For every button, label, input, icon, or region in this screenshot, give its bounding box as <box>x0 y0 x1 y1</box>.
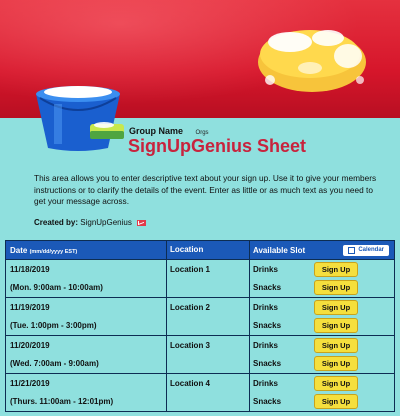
slot-date: 11/19/2019 <box>10 303 50 312</box>
signup-button[interactable]: Sign Up <box>314 318 358 333</box>
slot-date: 11/18/2019 <box>10 265 50 274</box>
group-name: Group Name Orgs <box>129 126 209 136</box>
group-label: Group Name <box>129 126 184 136</box>
date-cell: 11/19/2019 (Tue. 1:00pm - 3:00pm) <box>6 298 166 335</box>
date-cell: 11/20/2019 (Wed. 7:00am - 9:00am) <box>6 336 166 373</box>
col-date-label: Date <box>10 245 28 255</box>
date-cell: 11/18/2019 (Mon. 9:00am - 10:00am) <box>6 260 166 297</box>
signup-table: Date (mm/dd/yyyy EST) Location Available… <box>5 240 395 412</box>
slot-item: Snacks <box>253 397 282 406</box>
slot-time: (Tue. 1:00pm - 3:00pm) <box>10 321 97 330</box>
slot-location: Location 3 <box>170 341 211 350</box>
signup-button[interactable]: Sign Up <box>314 376 358 391</box>
location-cell: Location 1 <box>166 260 249 297</box>
location-cell: Location 4 <box>166 374 249 411</box>
col-date-format: (mm/dd/yyyy EST) <box>29 248 78 255</box>
slot-item: Drinks <box>253 265 278 274</box>
calendar-button[interactable]: Calendar <box>343 244 389 256</box>
page-title: SignUpGenius Sheet <box>128 136 307 156</box>
slot-item: Snacks <box>253 283 282 292</box>
col-slot-label: Available Slot <box>253 245 306 255</box>
table-row: 11/20/2019 (Wed. 7:00am - 9:00am) Locati… <box>6 335 394 373</box>
col-location-header: Location <box>166 241 249 259</box>
creator-name: SignUpGenius <box>80 218 132 227</box>
slot-item: Drinks <box>253 379 278 388</box>
table-row: 11/18/2019 (Mon. 9:00am - 10:00am) Locat… <box>6 259 394 297</box>
signup-button[interactable]: Sign Up <box>314 356 358 371</box>
mail-icon[interactable] <box>137 219 147 226</box>
slot-cell: Drinks Sign Up Snacks Sign Up <box>249 298 394 335</box>
table-row: 11/21/2019 (Thurs. 11:00am - 12:01pm) Lo… <box>6 373 394 411</box>
slot-time: (Wed. 7:00am - 9:00am) <box>10 359 99 368</box>
calendar-label: Calendar <box>358 247 384 253</box>
slot-location: Location 1 <box>170 265 211 274</box>
location-cell: Location 3 <box>166 336 249 373</box>
signup-button[interactable]: Sign Up <box>314 338 358 353</box>
small-sponge-image <box>90 122 124 139</box>
slot-date: 11/20/2019 <box>10 341 50 350</box>
slot-item: Drinks <box>253 341 278 350</box>
created-by-label: Created by: <box>34 218 79 227</box>
table-row: 11/19/2019 (Tue. 1:00pm - 3:00pm) Locati… <box>6 297 394 335</box>
signup-button[interactable]: Sign Up <box>314 280 358 295</box>
table-header: Date (mm/dd/yyyy EST) Location Available… <box>6 241 394 259</box>
signup-button[interactable]: Sign Up <box>314 394 358 409</box>
created-by: Created by: SignUpGenius <box>34 218 147 227</box>
slot-location: Location 4 <box>170 379 211 388</box>
col-date-header: Date (mm/dd/yyyy EST) <box>6 246 166 255</box>
signup-button[interactable]: Sign Up <box>314 300 358 315</box>
date-cell: 11/21/2019 (Thurs. 11:00am - 12:01pm) <box>6 374 166 411</box>
slot-time: (Thurs. 11:00am - 12:01pm) <box>10 397 114 406</box>
slot-cell: Drinks Sign Up Snacks Sign Up <box>249 260 394 297</box>
slot-date: 11/21/2019 <box>10 379 50 388</box>
slot-item: Snacks <box>253 359 282 368</box>
slot-location: Location 2 <box>170 303 211 312</box>
location-cell: Location 2 <box>166 298 249 335</box>
slot-item: Drinks <box>253 303 278 312</box>
slot-cell: Drinks Sign Up Snacks Sign Up <box>249 336 394 373</box>
sponge-image <box>258 30 366 92</box>
description-text: This area allows you to enter descriptiv… <box>34 173 377 207</box>
signup-button[interactable]: Sign Up <box>314 262 358 277</box>
col-slot-header: Available Slot Calendar <box>249 241 394 259</box>
slot-item: Snacks <box>253 321 282 330</box>
slot-time: (Mon. 9:00am - 10:00am) <box>10 283 103 292</box>
slot-cell: Drinks Sign Up Snacks Sign Up <box>249 374 394 411</box>
calendar-icon <box>348 246 356 254</box>
